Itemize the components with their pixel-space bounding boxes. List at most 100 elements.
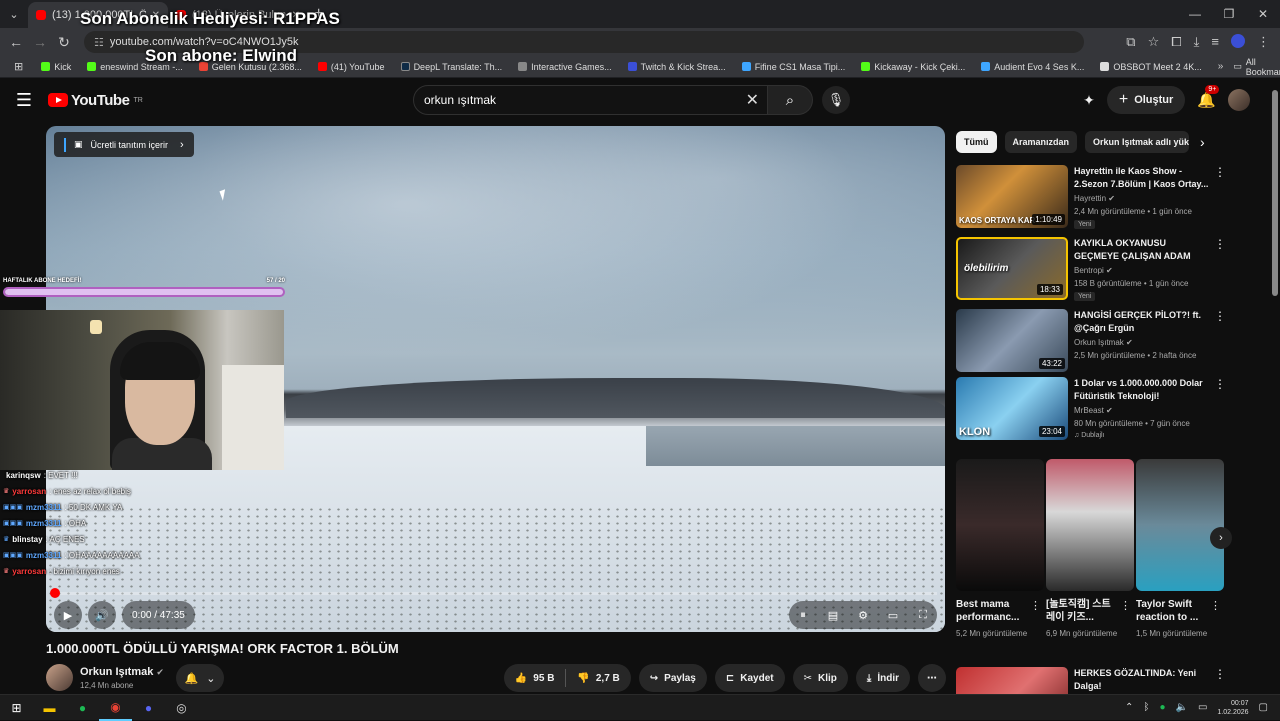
search-input[interactable]: orkun ışıtmak ✕ xyxy=(413,85,768,115)
play-button[interactable]: ▶ xyxy=(54,601,82,629)
chips-next-chevron-icon[interactable]: › xyxy=(1200,134,1205,150)
video-frame-hills xyxy=(286,378,945,418)
channel-avatar[interactable] xyxy=(46,664,73,691)
short-item[interactable]: Taylor Swift reaction to ... 1,5 Mn görü… xyxy=(1136,459,1224,640)
back-icon[interactable]: ← xyxy=(4,34,28,50)
download-button[interactable]: ⤓ İndir xyxy=(855,664,910,692)
more-vertical-icon[interactable]: ⋮ xyxy=(1210,599,1221,612)
tab-search-icon[interactable]: ⌄ xyxy=(0,0,28,28)
recommendation-item[interactable]: 43:22 HANGİSİ GERÇEK PİLOT?! ft. @Çağrı … xyxy=(956,309,1226,373)
short-item[interactable]: Best mama performanc... 5,2 Mn görüntüle… xyxy=(956,459,1044,640)
bookmark-item[interactable]: Kick xyxy=(35,62,77,72)
bookmark-item[interactable]: (41) YouTube xyxy=(312,62,391,72)
bookmark-item[interactable]: OBSBOT Meet 2 4K... xyxy=(1094,62,1207,72)
volume-tray-icon[interactable]: 🔈 xyxy=(1175,702,1187,713)
theater-mode-icon[interactable]: ▭ xyxy=(885,609,901,622)
more-vertical-icon[interactable]: ⋮ xyxy=(1214,377,1226,391)
progress-scrubber[interactable] xyxy=(50,588,60,598)
bookmark-item[interactable]: Twitch & Kick Strea... xyxy=(622,62,732,72)
bookmark-star-icon[interactable]: ☆ xyxy=(1148,34,1160,50)
fullscreen-icon[interactable]: ⛶ xyxy=(915,609,931,622)
settings-gear-icon[interactable]: ⚙ xyxy=(855,609,871,622)
reload-icon[interactable]: ↻ xyxy=(52,34,76,51)
subtitles-icon[interactable]: ▤ xyxy=(825,609,841,622)
minimize-icon[interactable]: — xyxy=(1178,7,1212,21)
subscription-bell-button[interactable]: 🔔 ⌄ xyxy=(176,664,224,692)
clear-search-icon[interactable]: ✕ xyxy=(746,90,759,110)
more-vertical-icon[interactable]: ⋮ xyxy=(1120,599,1131,612)
windows-start-icon[interactable]: ⊞ xyxy=(0,695,33,721)
more-bookmarks-icon[interactable]: » xyxy=(1212,61,1230,72)
tray-chevron-up-icon[interactable]: ⌃ xyxy=(1125,702,1133,713)
like-button[interactable]: 👍 95 B xyxy=(504,664,566,692)
notifications-button[interactable]: 🔔 9+ xyxy=(1197,85,1220,109)
restore-icon[interactable]: ❐ xyxy=(1212,7,1246,21)
create-button[interactable]: + Oluştur xyxy=(1106,86,1186,114)
spotify-icon[interactable]: ● xyxy=(66,695,99,721)
network-icon[interactable]: ▭ xyxy=(1198,702,1207,713)
channel-name[interactable]: Orkun Işıtmak ✔ xyxy=(80,666,164,678)
spotify-tray-icon[interactable]: ● xyxy=(1159,702,1165,713)
bookmark-item[interactable]: Fifine CS1 Masa Tipi... xyxy=(736,62,852,72)
volume-button[interactable]: 🔊 xyxy=(88,601,116,629)
bookmark-item[interactable]: Audient Evo 4 Ses K... xyxy=(975,62,1090,72)
extensions-icon[interactable]: ⧠ xyxy=(1171,34,1181,50)
recommendation-item[interactable]: KLON 23:04 1 Dolar vs 1.000.000.000 Dola… xyxy=(956,377,1226,441)
page-scrollbar[interactable] xyxy=(1272,90,1278,296)
search-button[interactable]: ⌕ xyxy=(768,85,813,115)
chrome-icon[interactable]: ◉ xyxy=(99,695,132,721)
notifications-tray-icon[interactable]: ▢ xyxy=(1259,702,1268,713)
account-avatar[interactable] xyxy=(1228,89,1250,111)
clip-button[interactable]: ✂ Klip xyxy=(792,664,848,692)
toolbar-right: ⧉ ☆ ⧠ ⤓ ≡ ⋮ xyxy=(1126,34,1280,50)
hamburger-menu-icon[interactable]: ☰ xyxy=(0,90,48,111)
browser-menu-icon[interactable]: ⋮ xyxy=(1257,34,1270,50)
recommendation-item[interactable]: ölebilirim 18:33 KAYIKLA OKYANUSU GEÇMEY… xyxy=(956,237,1226,301)
recommendation-item[interactable]: HERKES GÖZALTINDA: Yeni Dalga! ⋮ xyxy=(956,667,1226,694)
more-vertical-icon[interactable]: ⋮ xyxy=(1214,165,1226,179)
more-vertical-icon[interactable]: ⋮ xyxy=(1214,237,1226,251)
share-button[interactable]: ↪ Paylaş xyxy=(638,664,707,692)
youtube-logo[interactable]: YouTube TR xyxy=(48,92,143,109)
microphone-icon: 🎙 xyxy=(827,92,845,107)
discord-icon[interactable]: ● xyxy=(132,695,165,721)
bluetooth-icon[interactable]: ᛒ xyxy=(1143,702,1149,713)
studio-icon[interactable]: ✦ xyxy=(1083,92,1095,109)
profile-avatar[interactable] xyxy=(1231,34,1245,48)
media-icon[interactable]: ≡ xyxy=(1211,34,1219,50)
apps-grid-icon[interactable]: ⊞ xyxy=(6,60,31,73)
more-vertical-icon[interactable]: ⋮ xyxy=(1214,667,1226,681)
bookmark-item[interactable]: Interactive Games... xyxy=(512,62,618,72)
obs-icon[interactable]: ◎ xyxy=(165,695,198,721)
save-button[interactable]: ⊏ Kaydet xyxy=(714,664,785,692)
chat-badges-icon: ▣▣▣ xyxy=(3,520,23,527)
shorts-next-button[interactable]: › xyxy=(1210,527,1232,549)
recommendation-item[interactable]: KAOS ORTAYA KAR 1:10:49 Hayrettin ile Ka… xyxy=(956,165,1226,229)
taskbar-clock[interactable]: 00:07 1.02.2026 xyxy=(1217,699,1248,717)
rec-channel: Hayrettin ✔ xyxy=(1074,194,1115,203)
paid-promotion-badge[interactable]: ▣ Ücretli tanıtım içerir › xyxy=(54,132,194,157)
file-explorer-icon[interactable]: ▬ xyxy=(33,695,66,721)
autoplay-toggle-icon[interactable]: ⏸ xyxy=(795,609,811,622)
forward-icon[interactable]: → xyxy=(28,34,52,50)
more-actions-button[interactable]: ⋯ xyxy=(918,664,946,692)
chip-all[interactable]: Tümü xyxy=(956,131,997,153)
short-item[interactable]: [놀토직캠] 스트레이 키즈... 6,9 Mn görüntüleme ⋮ xyxy=(1046,459,1134,640)
install-app-icon[interactable]: ⧉ xyxy=(1126,34,1135,50)
downloads-icon[interactable]: ⤓ xyxy=(1194,34,1200,50)
bookmark-item[interactable]: DeepL Translate: Th... xyxy=(395,62,509,72)
chip-channel-uploads[interactable]: Orkun Işıtmak adlı yükle xyxy=(1085,131,1190,153)
chat-username: mzm3311 xyxy=(25,502,62,512)
video-thumbnail: 43:22 xyxy=(956,309,1068,372)
video-progress-bar[interactable] xyxy=(54,592,937,595)
all-bookmarks-button[interactable]: ▭ All Bookmarks xyxy=(1233,57,1280,77)
site-info-icon[interactable]: ☷ xyxy=(94,36,104,49)
duration-badge: 18:33 xyxy=(1036,284,1063,295)
voice-search-button[interactable]: 🎙 xyxy=(822,86,850,114)
more-vertical-icon[interactable]: ⋮ xyxy=(1030,599,1041,612)
more-vertical-icon[interactable]: ⋮ xyxy=(1214,309,1226,323)
close-window-icon[interactable]: ✕ xyxy=(1246,7,1280,21)
chip-from-search[interactable]: Aramanızdan xyxy=(1004,131,1078,153)
bookmark-item[interactable]: Kickaway - Kick Çeki... xyxy=(855,62,971,72)
dislike-button[interactable]: 👎 2,7 B xyxy=(566,664,630,692)
